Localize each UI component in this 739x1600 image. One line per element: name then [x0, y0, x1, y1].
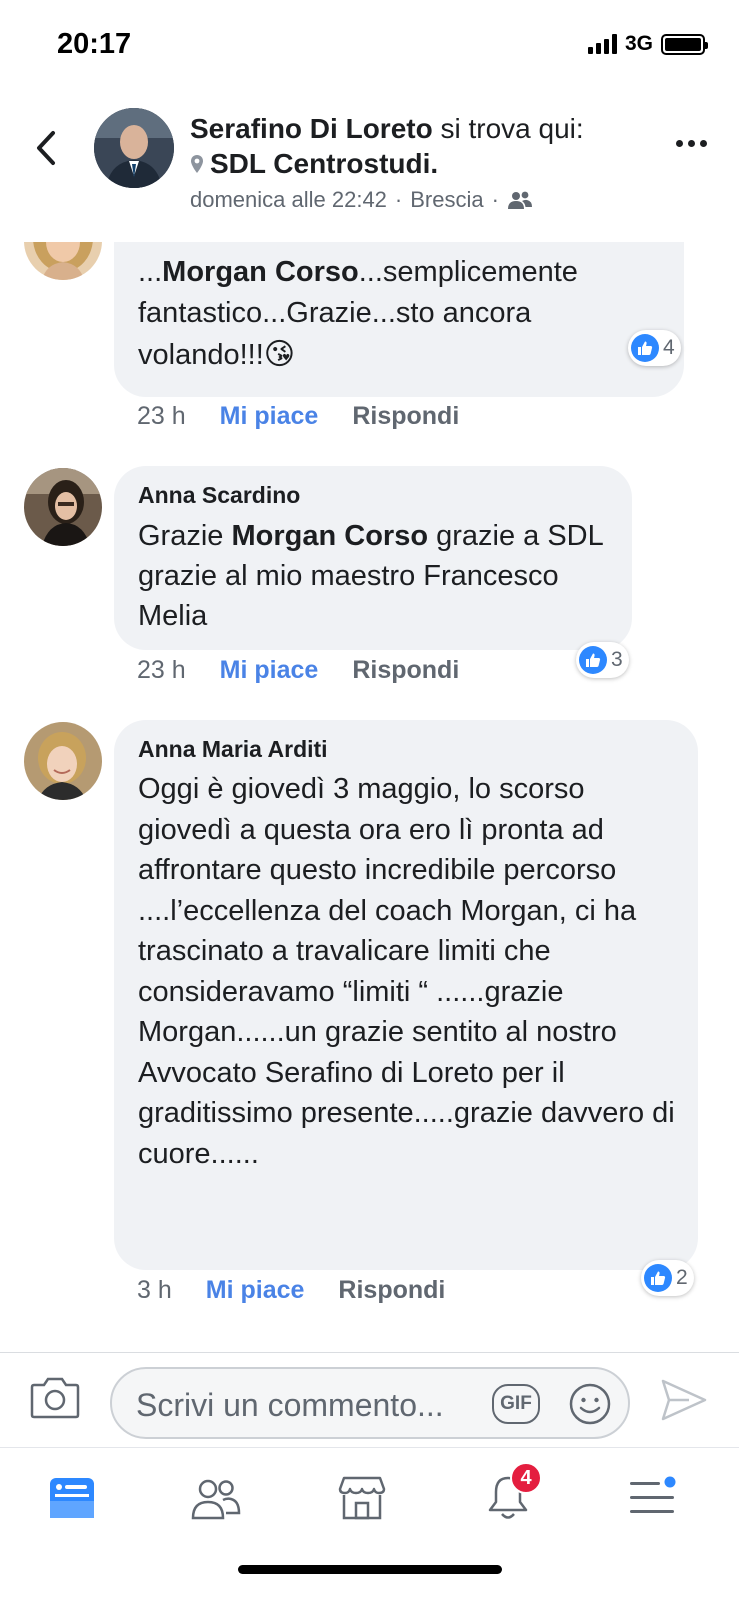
reaction-summary[interactable]: 2	[641, 1260, 694, 1296]
author-avatar[interactable]	[94, 108, 174, 188]
location-prefix: si trova qui:	[440, 113, 584, 144]
comment-actions: 23 h Mi piace Rispondi	[137, 656, 459, 685]
network-type: 3G	[624, 32, 653, 55]
comment-input[interactable]: Scrivi un commento... GIF	[110, 1367, 630, 1439]
reply-button[interactable]: Rispondi	[352, 656, 459, 685]
comment-item: Anna Maria Arditi Oggi è giovedì 3 maggi…	[0, 720, 739, 1320]
status-time: 20:17	[57, 28, 132, 60]
like-button[interactable]: Mi piace	[220, 402, 319, 431]
nav-menu[interactable]	[622, 1468, 682, 1528]
thumbs-up-icon	[644, 1264, 672, 1292]
thumbs-up-icon	[579, 646, 607, 674]
comment-text: Grazie Morgan Corso grazie a SDL grazie …	[138, 520, 603, 632]
notification-badge: 4	[510, 1462, 542, 1494]
post-date: domenica alle 22:42	[190, 187, 387, 212]
bottom-navigation: 4	[0, 1447, 739, 1600]
menu-icon	[630, 1476, 676, 1513]
comment-bubble[interactable]: Anna Scardino Grazie Morgan Corso grazie…	[114, 466, 632, 650]
marketplace-icon	[338, 1476, 386, 1520]
kissing-face-emoji: 😘	[263, 338, 296, 371]
reaction-summary[interactable]: 3	[576, 642, 629, 678]
home-indicator[interactable]	[238, 1565, 502, 1574]
battery-icon	[661, 33, 708, 55]
camera-icon	[30, 1377, 80, 1419]
commenter-avatar[interactable]	[24, 722, 102, 800]
meta-separator: ·	[394, 187, 403, 212]
post-header-info: Serafino Di Loreto si trova qui: SDL Cen…	[190, 112, 650, 218]
comment-text: ...Morgan Corso...semplicemente fantasti…	[138, 256, 578, 371]
status-bar: 20:17 3G	[0, 0, 739, 90]
comment-bubble[interactable]: ...Morgan Corso...semplicemente fantasti…	[114, 242, 684, 397]
commenter-name[interactable]: Anna Scardino	[138, 480, 608, 510]
commenter-name[interactable]: Anna Maria Arditi	[138, 734, 674, 764]
comment-time: 23 h	[137, 402, 186, 430]
post-header: Serafino Di Loreto si trova qui: SDL Cen…	[0, 100, 739, 242]
location-pin-icon	[191, 155, 203, 173]
reaction-count: 4	[663, 336, 675, 359]
signal-icon	[587, 34, 617, 54]
thumbs-up-icon	[631, 334, 659, 362]
meta-separator: ·	[491, 187, 499, 212]
emoji-button[interactable]	[568, 1382, 612, 1426]
like-button[interactable]: Mi piace	[206, 1276, 305, 1305]
place-link[interactable]: SDL Centrostudi.	[210, 146, 438, 182]
reply-button[interactable]: Rispondi	[338, 1276, 445, 1305]
mention-link[interactable]: Morgan Corso	[162, 256, 359, 288]
comment-time: 3 h	[137, 1276, 172, 1304]
comment-actions: 3 h Mi piace Rispondi	[137, 1276, 445, 1305]
comment-composer: Scrivi un commento... GIF	[0, 1352, 739, 1446]
comment-item: ...Morgan Corso...semplicemente fantasti…	[0, 242, 739, 422]
comments-list[interactable]: ...Morgan Corso...semplicemente fantasti…	[0, 242, 739, 1352]
send-button[interactable]	[659, 1375, 709, 1425]
nav-news-feed[interactable]	[42, 1468, 102, 1528]
nav-notifications[interactable]: 4	[478, 1462, 542, 1528]
reply-button[interactable]: Rispondi	[352, 402, 459, 431]
nav-marketplace[interactable]	[332, 1468, 392, 1528]
camera-button[interactable]	[30, 1375, 80, 1423]
back-button[interactable]	[30, 128, 62, 168]
comment-actions: 23 h Mi piace Rispondi	[137, 402, 459, 431]
smiley-icon	[569, 1383, 611, 1425]
gif-button[interactable]: GIF	[492, 1384, 540, 1424]
chevron-left-icon	[37, 131, 55, 165]
comment-placeholder: Scrivi un commento...	[136, 1387, 444, 1423]
reaction-count: 3	[611, 648, 623, 671]
more-options-button[interactable]	[676, 140, 707, 147]
reaction-summary[interactable]: 4	[628, 330, 681, 366]
send-icon	[661, 1379, 707, 1421]
commenter-avatar[interactable]	[24, 468, 102, 546]
nav-friends[interactable]	[186, 1468, 246, 1528]
comment-bubble[interactable]: Anna Maria Arditi Oggi è giovedì 3 maggi…	[114, 720, 698, 1270]
post-location: Brescia	[410, 187, 484, 212]
comment-text: Oggi è giovedì 3 maggio, lo scorso giove…	[138, 773, 675, 1170]
reaction-count: 2	[676, 1266, 688, 1289]
commenter-avatar[interactable]	[24, 242, 102, 280]
friends-icon	[191, 1479, 241, 1520]
like-button[interactable]: Mi piace	[220, 656, 319, 685]
friends-icon	[507, 191, 532, 209]
comment-time: 23 h	[137, 656, 186, 684]
news-feed-icon	[50, 1478, 94, 1518]
status-indicators: 3G	[587, 32, 708, 56]
author-name[interactable]: Serafino Di Loreto	[190, 113, 433, 144]
mention-link[interactable]: Morgan Corso	[231, 520, 428, 552]
